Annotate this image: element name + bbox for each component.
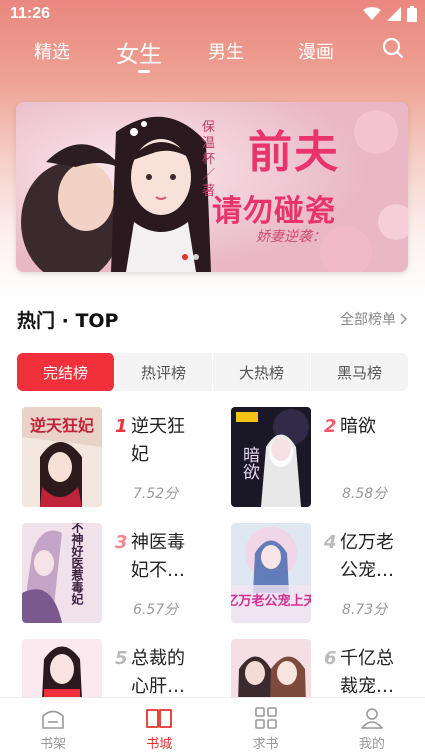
active-tab-indicator xyxy=(138,70,150,73)
book-rank: 1 xyxy=(115,416,128,437)
book-score: 8.73分 xyxy=(342,602,388,618)
all-rankings-label: 全部榜单 xyxy=(340,312,396,328)
banner-title-line1: 前夫 xyxy=(248,127,340,178)
status-time: 11:26 xyxy=(10,5,51,22)
nav-profile[interactable]: 我的 xyxy=(319,698,425,755)
rank-tabs: 完结榜 热评榜 大热榜 黑马榜 xyxy=(17,353,408,391)
tab-male[interactable]: 男生 xyxy=(208,38,244,64)
tab-completed-rank[interactable]: 完结榜 xyxy=(17,353,115,391)
all-rankings-link[interactable]: 全部榜单 xyxy=(340,309,408,329)
tab-reviews-rank[interactable]: 热评榜 xyxy=(115,353,213,391)
cover-title: 暗欲 xyxy=(239,446,260,480)
top-nav: 精选 女生 男生 漫画 xyxy=(0,30,425,73)
nav-label: 书架 xyxy=(40,737,67,752)
book-item[interactable]: 亿万老公宠上天 4 亿万老公宠… 8.73分 xyxy=(231,523,421,627)
chevron-right-icon xyxy=(400,313,408,325)
book-rank: 2 xyxy=(324,416,337,437)
cover-title: 不神好医惹毒妃 xyxy=(70,523,84,606)
book-title: 总裁的心肝… xyxy=(131,648,185,697)
book-item[interactable]: 暗欲 2 暗欲 8.58分 xyxy=(231,407,421,511)
search-button[interactable] xyxy=(381,36,405,64)
book-item[interactable]: 不神好医惹毒妃 3 神医毒妃不… 6.57分 xyxy=(22,523,212,627)
signal-icon xyxy=(387,7,401,21)
tab-hot-rank[interactable]: 大热榜 xyxy=(213,353,311,391)
nav-request-book[interactable]: 求书 xyxy=(213,698,319,755)
search-icon xyxy=(382,37,404,59)
book-cover: 不神好医惹毒妃 xyxy=(22,523,102,623)
book-title: 亿万老公宠… xyxy=(340,532,394,581)
tab-darkhorse-rank[interactable]: 黑马榜 xyxy=(311,353,408,391)
book-cover: 暗欲 xyxy=(231,407,311,507)
book-cover: 亿万老公宠上天 xyxy=(231,523,311,623)
book-title: 神医毒妃不… xyxy=(131,532,185,581)
book-rank: 6 xyxy=(324,648,337,669)
book-rank: 4 xyxy=(324,532,337,553)
tab-featured[interactable]: 精选 xyxy=(34,38,70,64)
cover-title: 逆天狂妃 xyxy=(30,416,94,435)
bottom-nav: 书架 书城 求书 我的 xyxy=(0,697,425,755)
nav-label: 我的 xyxy=(358,737,385,752)
book-rank: 3 xyxy=(115,532,128,553)
bookshelf-icon xyxy=(42,710,64,729)
wifi-icon xyxy=(363,7,381,20)
promo-banner[interactable]: 保温杯／著 前夫 请勿碰瓷 娇妻逆袭： xyxy=(16,102,408,272)
book-item[interactable]: 逆天狂妃 1 逆天狂妃 7.52分 xyxy=(22,407,212,511)
nav-bookshelf[interactable]: 书架 xyxy=(0,698,106,755)
banner-pagination xyxy=(182,254,199,260)
tab-female[interactable]: 女生 xyxy=(116,35,162,69)
book-cover: 逆天狂妃 xyxy=(22,407,102,507)
book-title: 逆天狂妃 xyxy=(131,416,185,465)
cover-title: 亿万老公宠上天 xyxy=(231,593,311,609)
nav-label: 书城 xyxy=(146,737,173,752)
book-rank: 5 xyxy=(115,648,128,669)
nav-label: 求书 xyxy=(252,737,279,752)
book-score: 7.52分 xyxy=(133,486,179,502)
section-title: 热门 · TOP xyxy=(17,310,119,332)
nav-bookstore[interactable]: 书城 xyxy=(106,698,212,755)
book-score: 8.58分 xyxy=(342,486,388,502)
grid-icon xyxy=(254,707,277,729)
status-bar: 11:26 xyxy=(0,0,425,30)
book-title: 暗欲 xyxy=(340,416,376,437)
book-title: 千亿总裁宠… xyxy=(340,648,394,697)
banner-title-line2: 请勿碰瓷 xyxy=(212,194,336,229)
book-open-icon xyxy=(146,709,173,728)
banner-subtitle: 娇妻逆袭： xyxy=(256,229,326,245)
tab-comics[interactable]: 漫画 xyxy=(298,38,334,64)
battery-icon xyxy=(407,6,417,22)
user-icon xyxy=(361,708,383,729)
book-score: 6.57分 xyxy=(133,602,179,618)
pagination-dot[interactable] xyxy=(182,254,188,260)
pagination-dot[interactable] xyxy=(193,254,199,260)
